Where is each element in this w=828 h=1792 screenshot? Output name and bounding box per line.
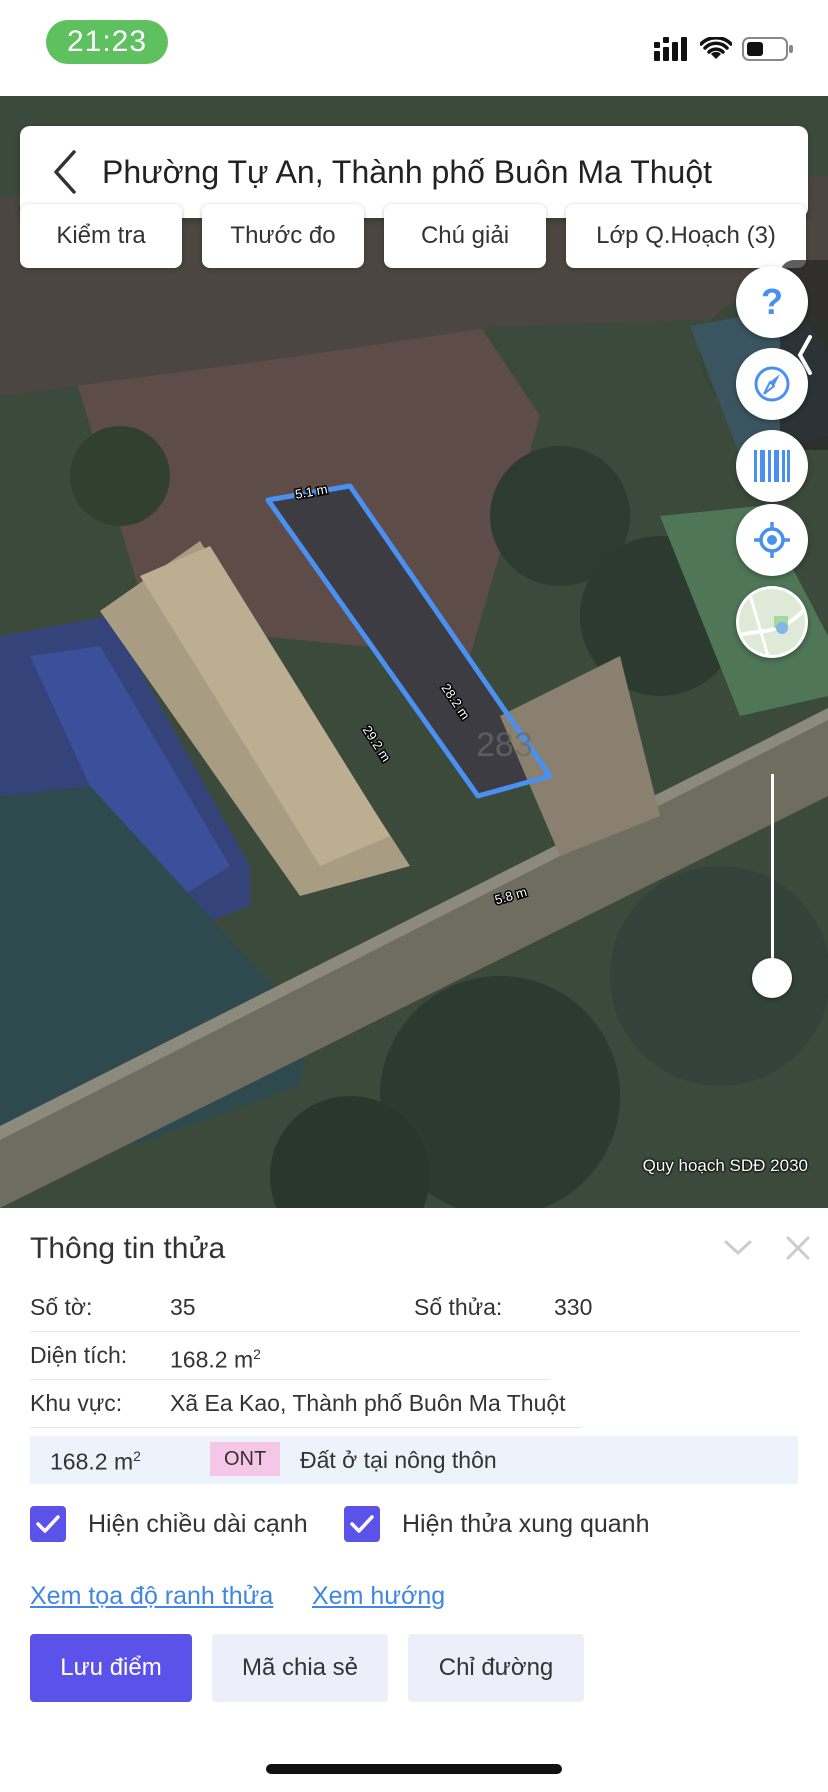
landuse-code-badge: ONT	[210, 1442, 281, 1476]
parcel-label: Số thửa:	[414, 1294, 503, 1320]
collapse-chevron-icon[interactable]	[720, 1230, 756, 1266]
barcode-button[interactable]	[736, 430, 808, 502]
landuse-area-number: 168.2 m	[50, 1448, 134, 1475]
share-code-button[interactable]: Mã chia sẻ	[212, 1634, 388, 1702]
help-button[interactable]: ?	[736, 266, 808, 338]
tool-check-button[interactable]: Kiểm tra	[20, 204, 182, 268]
battery-icon	[742, 37, 793, 61]
tool-planning-layers-button[interactable]: Lớp Q.Hoạch (3)	[566, 204, 806, 268]
svg-text:?: ?	[761, 282, 783, 322]
area-number: 168.2 m	[170, 1346, 254, 1373]
parcel-info-panel: Thông tin thửa Số tờ: 35 Số thửa: 330 Di…	[0, 1208, 828, 1792]
zoom-slider-track[interactable]	[771, 774, 774, 974]
landuse-area-sup: 2	[133, 1448, 141, 1464]
landuse-description: Đất ở tại nông thôn	[300, 1447, 497, 1473]
sheet-label: Số tờ:	[30, 1294, 93, 1320]
view-coordinates-link[interactable]: Xem tọa độ ranh thửa	[30, 1582, 273, 1611]
edge-length-label: Hiện chiều dài cạnh	[88, 1509, 308, 1538]
neighbors-toggle[interactable]: Hiện thửa xung quanh	[344, 1506, 649, 1542]
view-direction-link[interactable]: Xem hướng	[312, 1582, 445, 1611]
info-row-sheet-parcel: Số tờ: 35 Số thửa: 330	[30, 1290, 800, 1332]
parcel-number-label: 283	[476, 726, 533, 764]
planning-layer-caption: Quy hoạch SDĐ 2030	[642, 1156, 808, 1175]
map-thumbnail-icon	[739, 589, 805, 655]
landuse-row: 168.2 m2 ONT Đất ở tại nông thôn	[30, 1436, 798, 1484]
tool-measure-button[interactable]: Thước đo	[202, 204, 364, 268]
cellular-signal-icon	[654, 37, 687, 61]
edge-length-toggle[interactable]: Hiện chiều dài cạnh	[30, 1506, 308, 1542]
checkmark-icon	[36, 1515, 60, 1533]
area-unit-sup: 2	[253, 1346, 261, 1362]
region-label: Khu vực:	[30, 1390, 123, 1416]
status-icons	[654, 34, 794, 64]
sheet-value: 35	[170, 1294, 196, 1320]
save-point-button[interactable]: Lưu điểm	[30, 1634, 192, 1702]
status-bar: 21:23	[0, 0, 828, 96]
zoom-slider-handle[interactable]	[752, 958, 792, 998]
checkmark-icon	[350, 1515, 374, 1533]
close-icon[interactable]	[780, 1230, 816, 1266]
landuse-area: 168.2 m2	[50, 1448, 141, 1476]
parcel-value: 330	[554, 1294, 593, 1320]
panel-title: Thông tin thửa	[30, 1232, 226, 1265]
home-indicator	[266, 1764, 562, 1774]
question-icon: ?	[761, 282, 783, 322]
area-value: 168.2 m2	[170, 1346, 261, 1374]
neighbors-checkbox[interactable]	[344, 1506, 380, 1542]
crosshair-location-icon	[754, 522, 790, 558]
map-tools-row: Kiểm tra Thước đo Chú giải Lớp Q.Hoạch (…	[20, 204, 808, 268]
status-time: 21:23	[46, 20, 168, 64]
compass-icon	[754, 366, 790, 402]
barcode-icon	[754, 450, 790, 482]
edge-length-checkbox[interactable]	[30, 1506, 66, 1542]
neighbors-label: Hiện thửa xung quanh	[402, 1509, 650, 1538]
wifi-icon	[700, 37, 732, 59]
area-label: Diện tích:	[30, 1342, 128, 1368]
basemap-switch-button[interactable]	[736, 586, 808, 658]
info-row-area: Diện tích: 168.2 m2	[30, 1338, 550, 1380]
location-title: Phường Tự An, Thành phố Buôn Ma Thuột	[102, 153, 713, 190]
my-location-button[interactable]	[736, 504, 808, 576]
region-value: Xã Ea Kao, Thành phố Buôn Ma Thuột	[170, 1390, 566, 1416]
compass-button[interactable]	[736, 348, 808, 420]
tool-legend-button[interactable]: Chú giải	[384, 204, 546, 268]
directions-button[interactable]: Chỉ đường	[408, 1634, 584, 1702]
map-view[interactable]: 5.1 m 28.2 m 29.2 m 5.8 m 283 Phường Tự …	[0, 96, 828, 1208]
info-row-region: Khu vực: Xã Ea Kao, Thành phố Buôn Ma Th…	[30, 1386, 582, 1428]
